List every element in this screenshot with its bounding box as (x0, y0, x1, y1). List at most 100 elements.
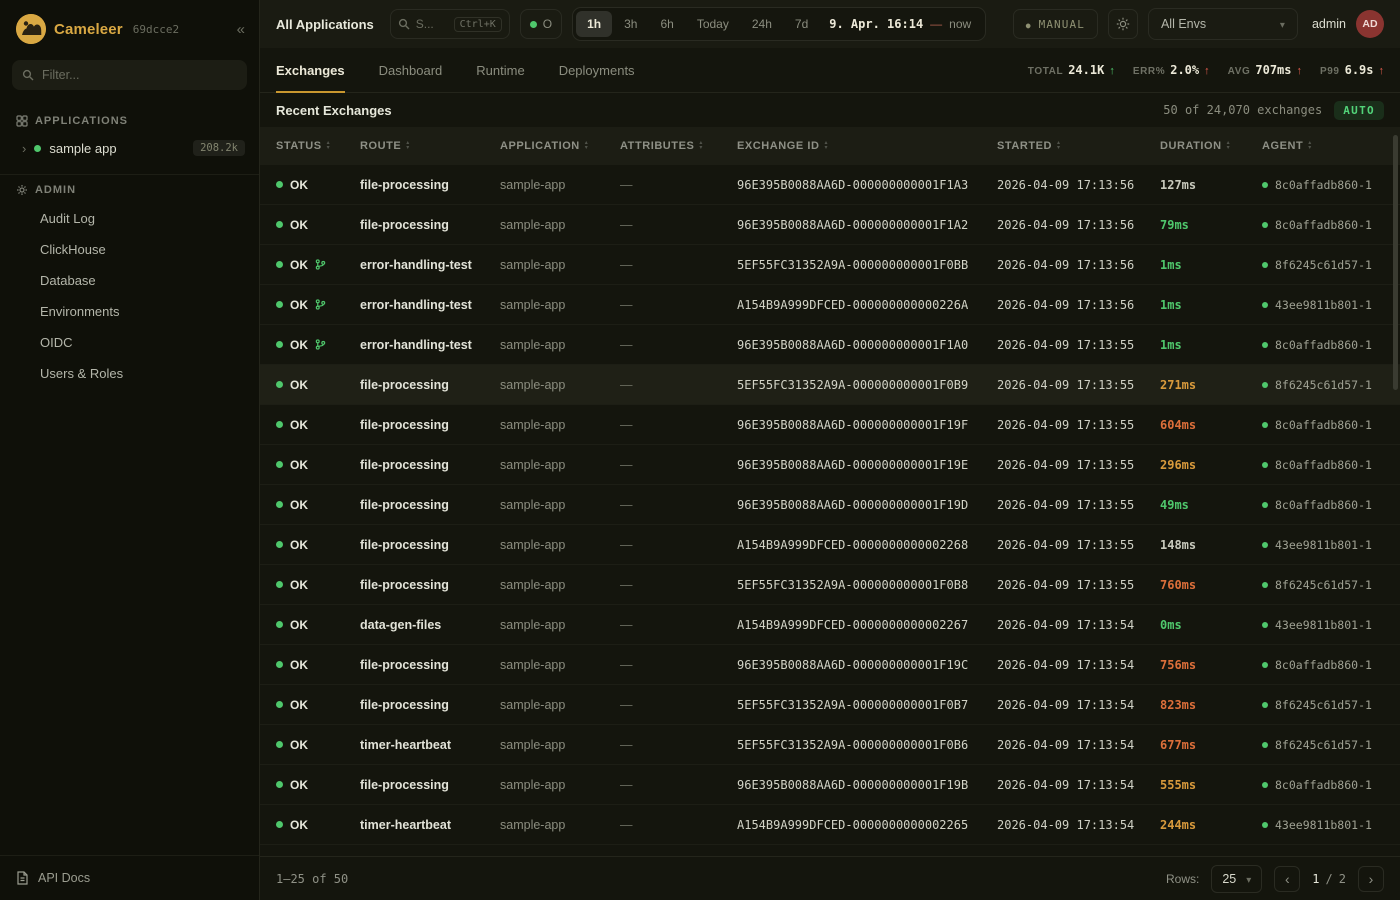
table-row[interactable]: OK file-processing sample-app — 96E395B0… (260, 405, 1400, 445)
table-row[interactable]: OK file-processing sample-app — A154B9A9… (260, 525, 1400, 565)
table-row[interactable]: OK file-processing sample-app — 96E395B0… (260, 445, 1400, 485)
agent-status-dot (1262, 742, 1268, 748)
sidebar-header: Cameleer 69dcce2 « (0, 0, 259, 52)
env-select[interactable]: All Envs (1148, 8, 1298, 40)
table-row[interactable]: OK file-processing sample-app — 96E395B0… (260, 485, 1400, 525)
application-cell: sample-app (500, 378, 620, 392)
attributes-cell: — (620, 698, 737, 712)
exchange-id-cell: 96E395B0088AA6D-000000000001F19D (737, 498, 997, 512)
date-range[interactable]: 9. Apr. 16:14 — now (829, 17, 971, 31)
application-cell: sample-app (500, 578, 620, 592)
route-cell: file-processing (360, 658, 500, 672)
sidebar-item-environments[interactable]: Environments (0, 296, 259, 327)
column-header-application[interactable]: APPLICATION (500, 140, 620, 152)
status-ok-dot (276, 261, 283, 268)
sidebar-item-clickhouse[interactable]: ClickHouse (0, 234, 259, 265)
sun-icon (1116, 17, 1130, 31)
status-ok-dot (276, 501, 283, 508)
rows-per-page-select[interactable]: 25 (1211, 865, 1262, 893)
tab-label: Exchanges (276, 63, 345, 78)
route-cell: error-handling-test (360, 338, 500, 352)
table-row[interactable]: OK error-handling-test sample-app — A154… (260, 285, 1400, 325)
sidebar-item-sample-app[interactable]: sample app 208.2k (0, 134, 259, 162)
manual-refresh-button[interactable]: MANUAL (1013, 9, 1098, 39)
tab-label: Dashboard (379, 63, 443, 78)
sidebar-item-oidc[interactable]: OIDC (0, 327, 259, 358)
fork-icon (315, 259, 326, 270)
table-row[interactable]: OK file-processing sample-app — 5EF55FC3… (260, 685, 1400, 725)
time-range-today[interactable]: Today (686, 11, 740, 37)
column-header-exchange-id[interactable]: EXCHANGE ID (737, 140, 997, 152)
table-row[interactable]: OK timer-heartbeat sample-app — 5EF55FC3… (260, 725, 1400, 765)
auto-refresh-badge[interactable]: AUTO (1334, 101, 1384, 120)
user-avatar[interactable]: AD (1356, 10, 1384, 38)
table-row[interactable]: OK file-processing sample-app — 5EF55FC3… (260, 565, 1400, 605)
chevron-down-icon (1280, 17, 1285, 31)
sidebar-collapse-button[interactable]: « (237, 21, 245, 38)
list-header: Recent Exchanges 50 of 24,070 exchanges … (260, 93, 1400, 127)
fork-icon (315, 299, 326, 310)
agent-status-dot (1262, 182, 1268, 188)
agent-id: 8c0affadb860-1 (1275, 778, 1372, 792)
column-header-agent[interactable]: AGENT (1262, 140, 1384, 152)
table-row[interactable]: OK file-processing sample-app — 96E395B0… (260, 765, 1400, 805)
api-docs-link[interactable]: API Docs (0, 855, 259, 900)
online-toggle[interactable]: O (520, 9, 562, 39)
tab-runtime[interactable]: Runtime (476, 48, 524, 92)
next-page-button[interactable]: › (1358, 866, 1384, 892)
started-cell: 2026-04-09 17:13:55 (997, 538, 1160, 552)
tab-dashboard[interactable]: Dashboard (379, 48, 443, 92)
row-range-label: 1–25 of 50 (276, 872, 348, 886)
duration-cell: 1ms (1160, 258, 1262, 272)
sidebar-filter-input[interactable]: Filter... (12, 60, 247, 90)
theme-toggle-button[interactable] (1108, 9, 1138, 39)
status-ok-dot (276, 181, 283, 188)
time-range-24h[interactable]: 24h (741, 11, 783, 37)
application-cell: sample-app (500, 458, 620, 472)
table-scrollbar[interactable] (1393, 135, 1398, 390)
table-row[interactable]: OK file-processing sample-app — 5EF55FC3… (260, 365, 1400, 405)
time-range-6h[interactable]: 6h (649, 11, 684, 37)
document-icon (16, 871, 29, 885)
agent-cell: 43ee9811b801-1 (1262, 818, 1384, 832)
stat-value: 24.1K (1068, 63, 1104, 77)
route-cell: error-handling-test (360, 258, 500, 272)
tab-exchanges[interactable]: Exchanges (276, 48, 345, 92)
status-label: OK (290, 778, 308, 792)
column-header-started[interactable]: STARTED (997, 140, 1160, 152)
tab-deployments[interactable]: Deployments (559, 48, 635, 92)
table-row[interactable]: OK file-processing sample-app — 96E395B0… (260, 645, 1400, 685)
time-range-3h[interactable]: 3h (613, 11, 648, 37)
agent-status-dot (1262, 702, 1268, 708)
global-search-input[interactable]: S... Ctrl+K (390, 9, 510, 39)
status-ok-dot (276, 781, 283, 788)
prev-page-button[interactable]: ‹ (1274, 866, 1300, 892)
status-label: OK (290, 738, 308, 752)
sidebar-item-audit-log[interactable]: Audit Log (0, 203, 259, 234)
table-row[interactable]: OK file-processing sample-app — 96E395B0… (260, 165, 1400, 205)
column-header-status[interactable]: STATUS (276, 140, 360, 152)
sidebar-item-database[interactable]: Database (0, 265, 259, 296)
date-separator: — (930, 17, 942, 31)
column-header-route[interactable]: ROUTE (360, 140, 500, 152)
route-cell: file-processing (360, 578, 500, 592)
agent-status-dot (1262, 622, 1268, 628)
table-row[interactable]: OK error-handling-test sample-app — 96E3… (260, 325, 1400, 365)
time-range-7d[interactable]: 7d (784, 11, 819, 37)
column-header-duration[interactable]: DURATION (1160, 140, 1262, 152)
application-cell: sample-app (500, 778, 620, 792)
exchange-id-cell: 96E395B0088AA6D-000000000001F19B (737, 778, 997, 792)
table-row[interactable]: OK file-processing sample-app — 96E395B0… (260, 205, 1400, 245)
table-row[interactable]: OK timer-heartbeat sample-app — A154B9A9… (260, 805, 1400, 845)
table-row[interactable]: OK error-handling-test sample-app — 5EF5… (260, 245, 1400, 285)
column-header-attributes[interactable]: ATTRIBUTES (620, 140, 737, 152)
sidebar-item-users-roles[interactable]: Users & Roles (0, 358, 259, 389)
started-cell: 2026-04-09 17:13:55 (997, 378, 1160, 392)
status-label: OK (290, 338, 308, 352)
table-row[interactable]: OK data-gen-files sample-app — A154B9A99… (260, 605, 1400, 645)
logo-camel-icon (16, 14, 46, 44)
time-range-1h[interactable]: 1h (576, 11, 612, 37)
logo[interactable]: Cameleer 69dcce2 (16, 14, 179, 44)
chevron-down-icon (1246, 872, 1251, 886)
sort-icon (824, 141, 828, 151)
